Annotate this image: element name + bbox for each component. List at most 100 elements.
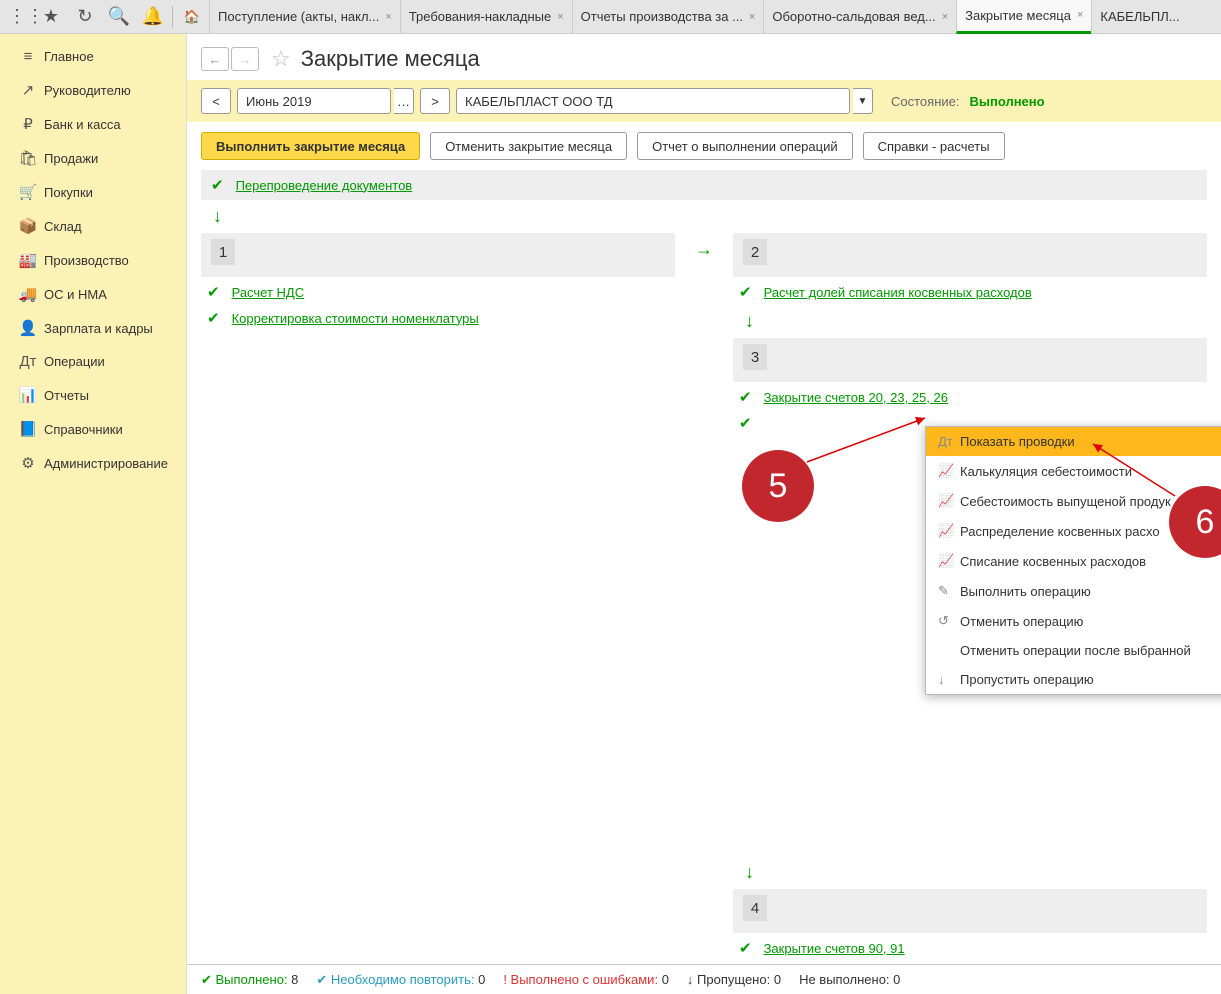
status-not-label: Не выполнено:: [799, 972, 889, 987]
tab[interactable]: КАБЕЛЬПЛ...: [1091, 0, 1187, 34]
status-err-label: Выполнено с ошибками:: [511, 972, 659, 987]
org-select[interactable]: КАБЕЛЬПЛАСТ ООО ТД: [456, 88, 850, 114]
check-icon: ✔: [739, 939, 752, 957]
check-icon: ✔: [739, 283, 752, 301]
sidebar-item[interactable]: 📦Склад: [0, 209, 186, 243]
cancel-close-button[interactable]: Отменить закрытие месяца: [430, 132, 627, 160]
step-link[interactable]: Закрытие счетов 90, 91: [764, 941, 905, 956]
context-item-icon: 📈: [938, 493, 960, 509]
context-menu-item[interactable]: ↺Отменить операцию: [926, 606, 1221, 636]
context-menu-item[interactable]: ✎Выполнить операцию: [926, 576, 1221, 606]
sidebar-label: Операции: [44, 354, 105, 369]
sidebar-item[interactable]: 🏭Производство: [0, 243, 186, 277]
step-link[interactable]: Расчет НДС: [232, 285, 305, 300]
sidebar-label: ОС и НМА: [44, 287, 107, 302]
status-skip-label: Пропущено:: [697, 972, 770, 987]
context-item-icon: Дт: [938, 434, 960, 449]
arrow-right-icon: →: [695, 239, 713, 260]
step-link[interactable]: Расчет долей списания косвенных расходов: [764, 285, 1032, 300]
sidebar-icon: ⚙: [16, 454, 40, 472]
tab[interactable]: Закрытие месяца×: [956, 0, 1091, 34]
bell-icon[interactable]: 🔔: [136, 0, 170, 34]
status-bar: ✔ Выполнено: 8 ✔ Необходимо повторить: 0…: [187, 964, 1221, 994]
tab[interactable]: Поступление (акты, накл... ×: [209, 0, 400, 34]
context-item-label: Списание косвенных расходов: [960, 554, 1146, 569]
close-icon[interactable]: ×: [749, 11, 755, 23]
apps-icon[interactable]: ⋮⋮⋮: [0, 0, 34, 34]
report-button[interactable]: Отчет о выполнении операций: [637, 132, 853, 160]
step-link-close-accounts[interactable]: Закрытие счетов 20, 23, 25, 26: [764, 390, 948, 405]
context-item-label: Пропустить операцию: [960, 672, 1094, 687]
step-link[interactable]: Корректировка стоимости номенклатуры: [232, 311, 479, 326]
step-2-badge: 2: [743, 239, 767, 265]
close-icon[interactable]: ×: [942, 11, 948, 23]
sidebar-icon: ₽: [16, 115, 40, 133]
sidebar-icon: 👤: [16, 319, 40, 337]
sidebar-label: Продажи: [44, 151, 98, 166]
context-menu-item[interactable]: 📈Калькуляция себестоимости: [926, 456, 1221, 486]
context-menu-item[interactable]: ↓Пропустить операцию: [926, 665, 1221, 694]
next-period-button[interactable]: >: [420, 88, 450, 114]
sidebar-icon: ↗: [16, 81, 40, 99]
tab[interactable]: Требования-накладные×: [400, 0, 572, 34]
history-icon[interactable]: ↻: [68, 0, 102, 34]
context-item-label: Выполнить операцию: [960, 584, 1091, 599]
sidebar-icon: 🚚: [16, 285, 40, 303]
sidebar: ≡Главное↗Руководителю₽Банк и касса 🛍 Прода…: [0, 34, 187, 994]
sidebar-item[interactable]: ⚙Администрирование: [0, 446, 186, 480]
org-value: КАБЕЛЬПЛАСТ ООО ТД: [465, 94, 613, 109]
favorite-icon[interactable]: ☆: [271, 46, 291, 72]
step-4-badge: 4: [743, 895, 767, 921]
org-dropdown-button[interactable]: ▼: [853, 88, 873, 114]
sidebar-label: Производство: [44, 253, 129, 268]
context-item-icon: 📈: [938, 523, 960, 539]
context-menu-item[interactable]: ДтПоказать проводки: [926, 427, 1221, 456]
main-area: ← → ☆ Закрытие месяца < Июнь 2019 … > КА…: [187, 34, 1221, 994]
sidebar-item[interactable]: 🛍 Продажи: [0, 141, 186, 175]
tab[interactable]: Оборотно-сальдовая вед...×: [763, 0, 956, 34]
sidebar-item[interactable]: ↗Руководителю: [0, 73, 186, 107]
sidebar-icon: ≡: [16, 48, 40, 65]
sidebar-item[interactable]: 🛒 Покупки: [0, 175, 186, 209]
sidebar-item[interactable]: 📊Отчеты: [0, 378, 186, 412]
context-menu-item[interactable]: Отменить операции после выбранной: [926, 636, 1221, 665]
sidebar-icon: 🛍: [16, 149, 40, 167]
actions-row: Выполнить закрытие месяца Отменить закры…: [187, 122, 1221, 170]
sidebar-item[interactable]: ≡Главное: [0, 40, 186, 73]
context-menu-item[interactable]: 📈Списание косвенных расходов: [926, 546, 1221, 576]
sidebar-icon: 🛒: [16, 183, 40, 201]
period-picker-button[interactable]: …: [394, 88, 414, 114]
references-button[interactable]: Справки - расчеты: [863, 132, 1005, 160]
close-icon[interactable]: ×: [385, 11, 391, 23]
stage-0-link[interactable]: Перепроведение документов: [236, 178, 413, 193]
search-icon[interactable]: 🔍: [102, 0, 136, 34]
step-3-badge: 3: [743, 344, 767, 370]
run-close-button[interactable]: Выполнить закрытие месяца: [201, 132, 420, 160]
close-icon[interactable]: ×: [557, 11, 563, 23]
arrow-down-icon: ↓: [745, 862, 1207, 883]
top-toolbar: ⋮⋮⋮ ★ ↻ 🔍 🔔 🏠 Поступление (акты, накл...…: [0, 0, 1221, 34]
sidebar-label: Справочники: [44, 422, 123, 437]
tab[interactable]: Отчеты производства за ... ×: [572, 0, 764, 34]
context-item-label: Распределение косвенных расхо: [960, 524, 1160, 539]
close-icon[interactable]: ×: [1077, 9, 1083, 21]
home-tab[interactable]: 🏠: [175, 9, 209, 25]
sidebar-label: Покупки: [44, 185, 93, 200]
sidebar-item[interactable]: 👤Зарплата и кадры: [0, 311, 186, 345]
sidebar-item[interactable]: 🚚 ОС и НМА: [0, 277, 186, 311]
sidebar-item[interactable]: ₽Банк и касса: [0, 107, 186, 141]
sidebar-icon: Дт: [16, 353, 40, 370]
period-input[interactable]: Июнь 2019: [237, 88, 391, 114]
star-icon[interactable]: ★: [34, 0, 68, 34]
context-item-label: Отменить операцию: [960, 614, 1083, 629]
nav-back-button[interactable]: ←: [201, 47, 229, 71]
check-icon: ✔: [211, 176, 224, 194]
tab-label: Поступление (акты, накл...: [218, 9, 379, 24]
status-repeat-val: 0: [478, 972, 485, 987]
nav-fwd-button[interactable]: →: [231, 47, 259, 71]
sidebar-item[interactable]: Дт Операции: [0, 345, 186, 378]
state-label: Состояние:: [891, 94, 959, 109]
prev-period-button[interactable]: <: [201, 88, 231, 114]
tab-label: Отчеты производства за ...: [581, 9, 743, 24]
sidebar-item[interactable]: 📘Справочники: [0, 412, 186, 446]
